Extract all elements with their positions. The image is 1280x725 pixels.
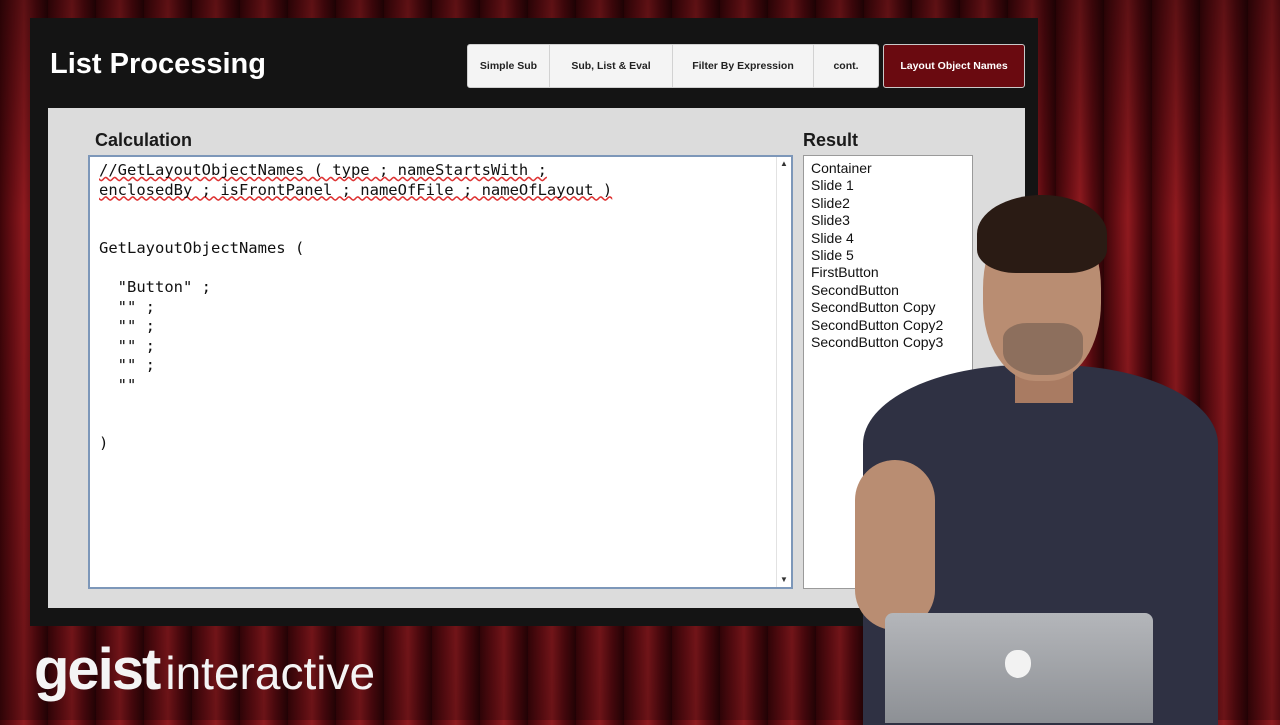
code-line: "" bbox=[99, 375, 137, 394]
code-line: "" ; bbox=[99, 317, 155, 335]
tab-layout-object-names[interactable]: Layout Object Names bbox=[883, 44, 1025, 88]
calculation-label: Calculation bbox=[95, 130, 193, 150]
result-item: Slide 1 bbox=[811, 177, 854, 194]
presenter-figure bbox=[855, 195, 1235, 725]
tab-simple-sub[interactable]: Simple Sub bbox=[468, 45, 550, 87]
code-line: "" ; bbox=[99, 356, 155, 374]
code-line: //GetLayoutObjectNames ( type ; nameStar… bbox=[99, 161, 547, 179]
calculation-editor[interactable]: //GetLayoutObjectNames ( type ; nameStar… bbox=[88, 155, 793, 589]
logo-geist: geist bbox=[34, 637, 161, 702]
presenter-hair bbox=[977, 195, 1107, 273]
code-line: "" ; bbox=[99, 297, 155, 316]
tab-cont[interactable]: cont. bbox=[814, 45, 878, 87]
code-line: enclosedBy ; isFrontPanel ; nameOfFile ;… bbox=[99, 180, 613, 199]
result-label: Result bbox=[803, 130, 859, 150]
geist-interactive-logo: geist interactive bbox=[34, 636, 375, 706]
result-item: Container bbox=[811, 160, 872, 176]
tab-bar: Simple Sub Sub, List & Eval Filter By Ex… bbox=[467, 44, 879, 88]
presenter-arm bbox=[855, 460, 935, 630]
apple-icon bbox=[1005, 650, 1031, 678]
app-title: List Processing bbox=[50, 48, 266, 80]
tab-filter-by-expression[interactable]: Filter By Expression bbox=[673, 45, 814, 87]
code-line: "Button" ; bbox=[99, 278, 211, 296]
calculation-code[interactable]: //GetLayoutObjectNames ( type ; nameStar… bbox=[99, 161, 769, 454]
code-line: ) bbox=[99, 434, 109, 452]
scroll-up-arrow-icon[interactable]: ▲ bbox=[777, 157, 791, 171]
tab-sub-list-eval[interactable]: Sub, List & Eval bbox=[550, 45, 673, 87]
calculation-scrollbar[interactable]: ▲ ▼ bbox=[776, 157, 791, 587]
presenter-beard bbox=[1003, 323, 1083, 375]
logo-interactive: interactive bbox=[165, 647, 376, 699]
code-line: "" ; bbox=[99, 336, 155, 355]
code-line: GetLayoutObjectNames ( bbox=[99, 239, 305, 257]
scroll-down-arrow-icon[interactable]: ▼ bbox=[777, 573, 791, 587]
